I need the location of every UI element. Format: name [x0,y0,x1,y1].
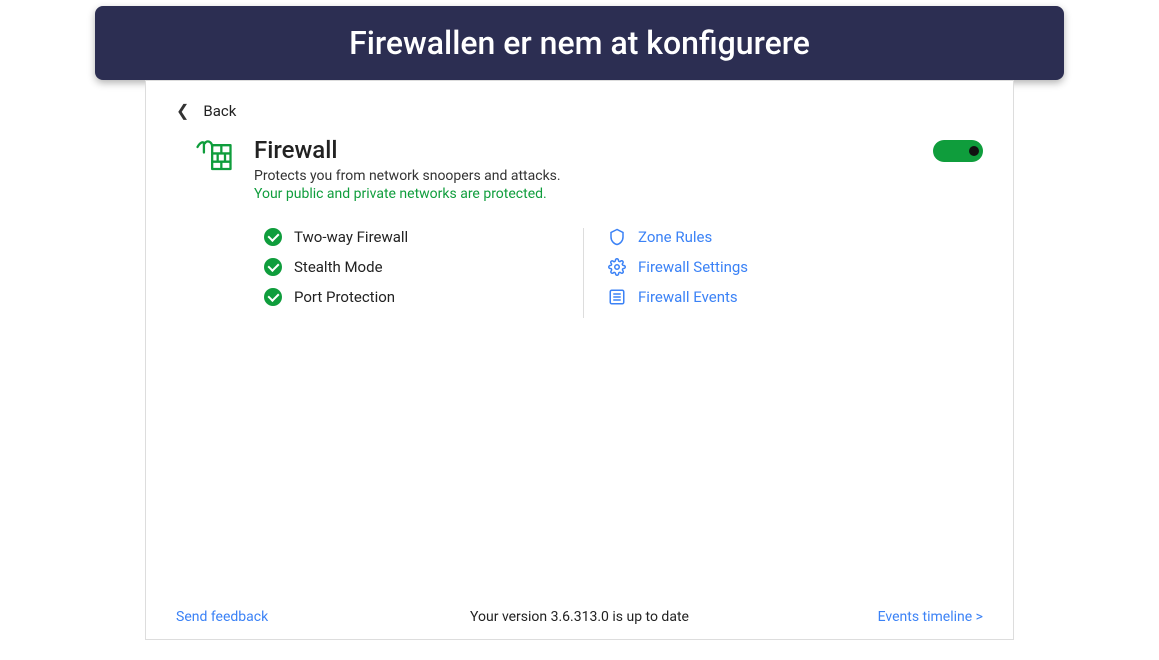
footer: Send feedback Your version 3.6.313.0 is … [176,609,983,625]
page-banner: Firewallen er nem at konfigurere [95,6,1064,80]
chevron-left-icon: ❮ [176,101,189,120]
back-button[interactable]: ❮ Back [176,101,983,120]
feature-item-twoway: Two-way Firewall [264,228,563,246]
content-columns: Two-way Firewall Stealth Mode Port Prote… [264,228,983,318]
gear-icon [608,258,626,276]
page-subtitle: Protects you from network snoopers and a… [254,168,915,184]
feature-label: Stealth Mode [294,258,383,276]
feature-label: Port Protection [294,288,395,306]
features-column: Two-way Firewall Stealth Mode Port Prote… [264,228,584,318]
shield-icon [608,228,626,246]
check-icon [264,288,282,306]
link-firewall-events[interactable]: Firewall Events [608,288,748,306]
feature-label: Two-way Firewall [294,228,408,246]
feature-item-stealth: Stealth Mode [264,258,563,276]
events-timeline-link[interactable]: Events timeline > [878,609,983,625]
header-row: Firewall Protects you from network snoop… [192,136,983,202]
link-firewall-settings[interactable]: Firewall Settings [608,258,748,276]
link-label: Zone Rules [638,228,712,246]
check-icon [264,258,282,276]
firewall-toggle[interactable] [933,140,983,162]
check-icon [264,228,282,246]
page-title: Firewall [254,136,915,164]
firewall-icon [192,136,236,184]
settings-panel: ❮ Back Firewall Protects you from networ… [145,80,1014,640]
link-label: Firewall Settings [638,258,748,276]
version-text: Your version 3.6.313.0 is up to date [470,609,689,625]
back-label: Back [203,102,236,120]
header-text: Firewall Protects you from network snoop… [254,136,915,202]
link-label: Firewall Events [638,288,738,306]
protection-status: Your public and private networks are pro… [254,186,915,202]
banner-text: Firewallen er nem at konfigurere [349,24,810,62]
toggle-knob [969,146,979,156]
list-icon [608,288,626,306]
link-zone-rules[interactable]: Zone Rules [608,228,748,246]
send-feedback-link[interactable]: Send feedback [176,609,268,625]
feature-item-port: Port Protection [264,288,563,306]
links-column: Zone Rules Firewall Settings [584,228,748,318]
